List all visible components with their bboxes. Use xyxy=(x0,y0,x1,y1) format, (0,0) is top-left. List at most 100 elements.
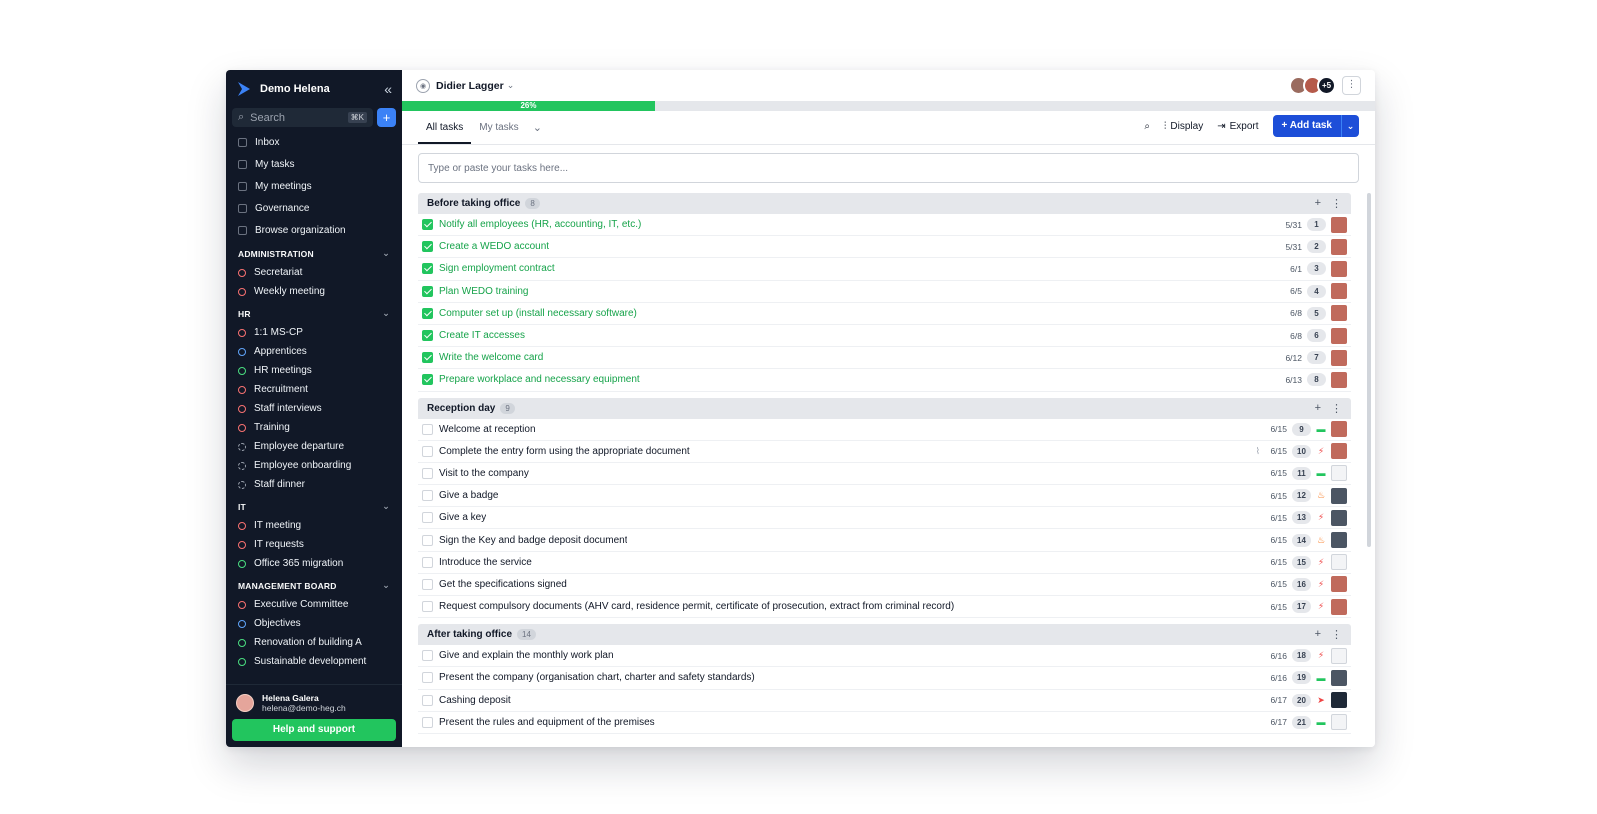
task-title[interactable]: Notify all employees (HR, accounting, IT… xyxy=(439,219,641,230)
assignee-avatar[interactable] xyxy=(1331,349,1347,366)
nav-item-browse-organization[interactable]: Browse organization xyxy=(232,219,396,241)
task-checkbox[interactable] xyxy=(422,352,433,364)
sidebar-item[interactable]: Sustainable development xyxy=(226,652,402,671)
task-row[interactable]: Give and explain the monthly work plan 6/… xyxy=(418,645,1351,668)
task-due-date[interactable]: 6/17 xyxy=(1265,695,1287,705)
sidebar-item[interactable]: Renovation of building A xyxy=(226,633,402,652)
task-row[interactable]: Write the welcome card 6/12 7 xyxy=(418,347,1351,370)
assignee-avatar[interactable] xyxy=(1331,487,1347,504)
task-checkbox[interactable] xyxy=(422,578,433,590)
chevron-down-icon[interactable]: ⌄ xyxy=(382,248,390,259)
assignee-avatar[interactable] xyxy=(1331,283,1347,300)
task-title[interactable]: Request compulsory documents (AHV card, … xyxy=(439,601,954,612)
task-row[interactable]: Introduce the service 6/15 15 ⚡ xyxy=(418,552,1351,574)
task-checkbox[interactable] xyxy=(422,467,433,479)
high-priority-icon[interactable]: ⚡ xyxy=(1316,579,1326,590)
nav-item-inbox[interactable]: Inbox xyxy=(232,131,396,153)
group-more-icon[interactable]: ⋮ xyxy=(1331,628,1342,641)
assignee-avatar[interactable] xyxy=(1331,216,1347,233)
task-row[interactable]: Present the company (organisation chart,… xyxy=(418,667,1351,690)
task-title[interactable]: Introduce the service xyxy=(439,557,532,568)
task-title[interactable]: Give a badge xyxy=(439,490,499,501)
task-row[interactable]: Visit to the company 6/15 11 ▬ xyxy=(418,463,1351,486)
task-title[interactable]: Present the rules and equipment of the p… xyxy=(439,717,655,728)
task-due-date[interactable]: 6/13 xyxy=(1280,375,1302,385)
chevron-down-icon[interactable]: ⌄ xyxy=(507,80,515,91)
tab-all-tasks[interactable]: All tasks xyxy=(418,112,472,144)
task-due-date[interactable]: 6/15 xyxy=(1265,468,1287,478)
user-profile[interactable]: Helena Galera helena@demo-heg.ch xyxy=(232,691,396,719)
sidebar-item[interactable]: Staff dinner xyxy=(226,475,402,494)
sidebar-item[interactable]: Training xyxy=(226,418,402,437)
assignee-avatar[interactable] xyxy=(1331,554,1347,571)
add-task-to-group-icon[interactable]: + xyxy=(1315,628,1321,641)
task-due-date[interactable]: 6/8 xyxy=(1280,308,1302,318)
task-title[interactable]: Computer set up (install necessary softw… xyxy=(439,308,637,319)
quick-create-button[interactable]: + xyxy=(377,108,396,127)
section-header[interactable]: IT ⌄ xyxy=(226,497,402,516)
task-checkbox[interactable] xyxy=(422,650,433,662)
collapse-sidebar-icon[interactable]: « xyxy=(384,81,392,97)
task-due-date[interactable]: 6/15 xyxy=(1265,513,1287,523)
task-due-date[interactable]: 6/16 xyxy=(1265,673,1287,683)
task-checkbox[interactable] xyxy=(422,490,433,502)
assignee-avatar[interactable] xyxy=(1331,305,1347,322)
add-task-button[interactable]: + Add task xyxy=(1273,115,1341,137)
task-checkbox[interactable] xyxy=(422,512,433,524)
task-checkbox[interactable] xyxy=(422,307,433,319)
assignee-avatar[interactable] xyxy=(1331,714,1347,731)
sidebar-item[interactable]: IT requests xyxy=(226,535,402,554)
section-header[interactable]: HR ⌄ xyxy=(226,304,402,323)
low-priority-icon[interactable]: ▬ xyxy=(1316,673,1326,683)
task-title[interactable]: Cashing deposit xyxy=(439,695,511,706)
task-title[interactable]: Sign employment contract xyxy=(439,263,555,274)
urgent-priority-icon[interactable]: ♨ xyxy=(1316,535,1326,546)
quick-add-input[interactable]: Type or paste your tasks here... xyxy=(418,153,1359,183)
task-due-date[interactable]: 6/15 xyxy=(1265,424,1287,434)
sidebar-item[interactable]: 1:1 MS-CP xyxy=(226,323,402,342)
sidebar-item[interactable]: IT meeting xyxy=(226,516,402,535)
task-title[interactable]: Complete the entry form using the approp… xyxy=(439,446,690,457)
task-row[interactable]: Give a badge 6/15 12 ♨ xyxy=(418,485,1351,508)
send-icon[interactable]: ➤ xyxy=(1316,695,1326,706)
add-task-to-group-icon[interactable]: + xyxy=(1315,197,1321,210)
task-row[interactable]: Request compulsory documents (AHV card, … xyxy=(418,596,1351,619)
task-row[interactable]: Sign employment contract 6/1 3 xyxy=(418,258,1351,281)
sidebar-item[interactable]: HR meetings xyxy=(226,361,402,380)
assignee-avatar[interactable] xyxy=(1331,260,1347,277)
task-row[interactable]: Cashing deposit 6/17 20 ➤ xyxy=(418,690,1351,712)
sidebar-item[interactable]: Apprentices xyxy=(226,342,402,361)
members-avatars[interactable]: +5 xyxy=(1289,76,1336,95)
task-row[interactable]: Create IT accesses 6/8 6 xyxy=(418,325,1351,348)
search-tasks-icon[interactable]: ⌕ xyxy=(1144,121,1150,132)
task-title[interactable]: Give a key xyxy=(439,512,486,523)
task-due-date[interactable]: 6/16 xyxy=(1265,651,1287,661)
task-due-date[interactable]: 6/15 xyxy=(1265,491,1287,501)
task-row[interactable]: Give a key 6/15 13 ⚡ xyxy=(418,507,1351,530)
low-priority-icon[interactable]: ▬ xyxy=(1316,717,1326,727)
task-checkbox[interactable] xyxy=(422,285,433,297)
assignee-avatar[interactable] xyxy=(1331,327,1347,344)
assignee-avatar[interactable] xyxy=(1331,647,1347,664)
owner-selector[interactable]: Didier Lagger xyxy=(436,80,504,92)
assignee-avatar[interactable] xyxy=(1331,576,1347,593)
task-row[interactable]: Welcome at reception 6/15 9 ▬ xyxy=(418,419,1351,441)
high-priority-icon[interactable]: ⚡ xyxy=(1316,601,1326,612)
assignee-avatar[interactable] xyxy=(1331,371,1347,388)
sidebar-item[interactable]: Weekly meeting xyxy=(226,282,402,301)
add-task-dropdown-icon[interactable]: ⌄ xyxy=(1341,115,1359,137)
assignee-avatar[interactable] xyxy=(1331,509,1347,526)
task-due-date[interactable]: 6/15 xyxy=(1265,602,1287,612)
task-due-date[interactable]: 6/17 xyxy=(1265,717,1287,727)
nav-item-governance[interactable]: Governance xyxy=(232,197,396,219)
sidebar-item[interactable]: Employee onboarding xyxy=(226,456,402,475)
task-due-date[interactable]: 6/15 xyxy=(1265,579,1287,589)
task-checkbox[interactable] xyxy=(422,423,433,435)
task-title[interactable]: Prepare workplace and necessary equipmen… xyxy=(439,374,640,385)
chevron-down-icon[interactable]: ⌄ xyxy=(382,308,390,319)
section-header[interactable]: ADMINISTRATION ⌄ xyxy=(226,244,402,263)
help-and-support-button[interactable]: Help and support xyxy=(232,719,396,741)
add-task-to-group-icon[interactable]: + xyxy=(1315,402,1321,415)
task-title[interactable]: Visit to the company xyxy=(439,468,529,479)
task-checkbox[interactable] xyxy=(422,374,433,386)
